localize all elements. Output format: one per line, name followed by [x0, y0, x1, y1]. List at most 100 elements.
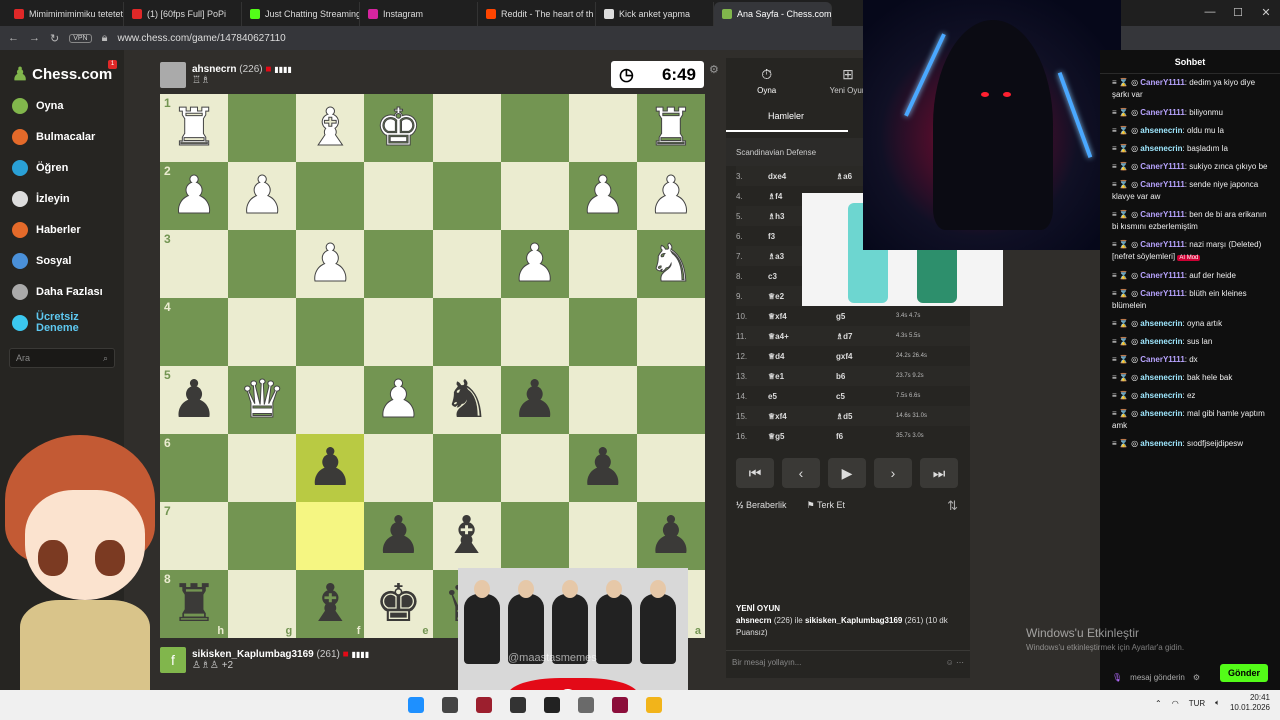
board-square[interactable]: [432, 230, 501, 298]
draw-button[interactable]: ½ Beraberlik: [736, 500, 787, 511]
board-square[interactable]: [228, 298, 297, 366]
black-move[interactable]: gxf4: [836, 352, 896, 361]
avatar[interactable]: [160, 62, 186, 88]
board-square[interactable]: 1 ♜: [160, 94, 229, 162]
white-move[interactable]: dxe4: [768, 172, 836, 181]
white-move[interactable]: ♕xf4: [768, 412, 836, 421]
chat-username[interactable]: ahsenecrin: [1140, 337, 1182, 346]
forward-icon[interactable]: →: [29, 32, 40, 44]
player-name[interactable]: ahsnecrn: [736, 616, 772, 625]
resign-button[interactable]: ⚑ Terk Et: [807, 500, 845, 511]
wifi-icon[interactable]: ◠: [1172, 699, 1179, 708]
sidebar-item-5[interactable]: Sosyal: [0, 245, 124, 276]
board-square[interactable]: [500, 502, 569, 570]
black-piece-icon[interactable]: ♟: [307, 442, 354, 494]
player-name[interactable]: sikisken_Kaplumbag3169: [805, 616, 902, 625]
board-square[interactable]: [568, 502, 637, 570]
gear-icon[interactable]: ⚙: [1193, 673, 1200, 682]
white-piece-icon[interactable]: ♜: [647, 102, 695, 155]
board-square[interactable]: ♞: [432, 366, 501, 434]
chat-username[interactable]: CanerY1111: [1140, 180, 1184, 189]
windows-start-icon[interactable]: [408, 697, 424, 713]
white-move[interactable]: ♕e1: [768, 372, 836, 381]
vpn-badge[interactable]: VPN: [69, 33, 92, 43]
black-move[interactable]: g5: [836, 312, 896, 321]
board-square[interactable]: [364, 230, 433, 298]
board-square[interactable]: 3: [160, 230, 229, 298]
black-piece-icon[interactable]: ♞: [443, 374, 490, 426]
white-piece-icon[interactable]: ♜: [170, 102, 218, 155]
board-square[interactable]: ♞: [636, 230, 705, 298]
white-piece-icon[interactable]: ♝: [307, 102, 355, 155]
white-piece-icon[interactable]: ♟: [170, 170, 218, 223]
board-square[interactable]: [432, 434, 501, 502]
white-piece-icon[interactable]: ♟: [375, 374, 423, 427]
white-piece-icon[interactable]: ♞: [647, 238, 695, 291]
board-square[interactable]: ♟: [364, 502, 433, 570]
app-icon[interactable]: [544, 697, 560, 713]
tab-play[interactable]: ⏱ Oyna: [726, 58, 807, 102]
search-input[interactable]: Ara ⌕: [9, 348, 115, 368]
board-square[interactable]: [364, 162, 433, 230]
white-piece-icon[interactable]: ♟: [579, 170, 627, 223]
chat-username[interactable]: CanerY1111: [1140, 289, 1184, 298]
white-move[interactable]: e5: [768, 392, 836, 401]
white-move[interactable]: ♕a4+: [768, 332, 836, 341]
board-square[interactable]: g: [228, 570, 297, 638]
message-input[interactable]: Bir mesaj yollayın... ☺ ⋯: [726, 650, 970, 674]
board-square[interactable]: ♟: [228, 162, 297, 230]
black-piece-icon[interactable]: ♟: [511, 374, 558, 426]
lang-indicator[interactable]: TUR: [1189, 699, 1205, 708]
chat-username[interactable]: CanerY1111: [1140, 355, 1184, 364]
board-square[interactable]: ♟: [500, 230, 569, 298]
chat-username[interactable]: CanerY1111: [1140, 108, 1184, 117]
folder-icon[interactable]: [646, 697, 662, 713]
black-piece-icon[interactable]: ♝: [307, 578, 354, 630]
board-square[interactable]: 6: [160, 434, 229, 502]
emoji-icon[interactable]: ☺ ⋯: [946, 658, 964, 667]
valorant-icon[interactable]: [612, 697, 628, 713]
previous-move-button[interactable]: ‹: [782, 458, 820, 488]
board-square[interactable]: [296, 162, 365, 230]
black-move[interactable]: ♗d5: [836, 412, 896, 421]
next-move-button[interactable]: ›: [874, 458, 912, 488]
browser-tab-active[interactable]: Ana Sayfa - Chess.com: [714, 2, 832, 26]
white-move[interactable]: ♕g5: [768, 432, 836, 441]
player-name[interactable]: sikisken_Kaplumbag3169: [192, 649, 314, 660]
browser-tab[interactable]: (1) [60fps Full] PoPi: [124, 2, 242, 26]
board-square[interactable]: [500, 94, 569, 162]
board-square[interactable]: [296, 502, 365, 570]
black-piece-icon[interactable]: ♟: [648, 510, 695, 562]
board-square[interactable]: ♝: [432, 502, 501, 570]
board-square[interactable]: ♛: [228, 366, 297, 434]
board-square[interactable]: [568, 230, 637, 298]
settings-icon[interactable]: ⚙: [709, 63, 719, 76]
board-square[interactable]: [228, 434, 297, 502]
speaker-icon[interactable]: 🔈︎: [1215, 698, 1220, 708]
board-square[interactable]: [296, 298, 365, 366]
white-move[interactable]: ♕d4: [768, 352, 836, 361]
taskbar-clock[interactable]: 20:41 10.01.2026: [1230, 693, 1270, 713]
play-button[interactable]: ▶: [828, 458, 866, 488]
board-square[interactable]: [636, 298, 705, 366]
board-square[interactable]: [432, 94, 501, 162]
board-square[interactable]: [568, 94, 637, 162]
opera-icon[interactable]: [476, 697, 492, 713]
notification-badge[interactable]: 1: [108, 60, 117, 69]
microphone-icon[interactable]: 🎙︎: [1112, 673, 1122, 682]
black-piece-icon[interactable]: ♝: [443, 510, 490, 562]
sidebar-item-3[interactable]: İzleyin: [0, 183, 124, 214]
board-square[interactable]: ♟: [568, 434, 637, 502]
sidebar-item-4[interactable]: Haberler: [0, 214, 124, 245]
sidebar-item-0[interactable]: Oyna: [0, 90, 124, 121]
board-square[interactable]: 5 ♟: [160, 366, 229, 434]
sidebar-item-2[interactable]: Öğren: [0, 152, 124, 183]
board-square[interactable]: [228, 230, 297, 298]
browser-tab[interactable]: Mimimimimimiku tetetete: [6, 2, 124, 26]
board-square[interactable]: ♟: [364, 366, 433, 434]
chat-input[interactable]: 🎙︎ mesaj gönderin ⚙: [1112, 673, 1200, 682]
black-move[interactable]: b6: [836, 372, 896, 381]
chess-board[interactable]: 1♜♝♚♜2♟♟♟♟3♟♟♞45♟♛♟♞♟6♟♟7♟♝♟8h♜gf♝e♚d♛cb…: [160, 94, 705, 638]
board-square[interactable]: [500, 298, 569, 366]
white-piece-icon[interactable]: ♟: [307, 238, 355, 291]
